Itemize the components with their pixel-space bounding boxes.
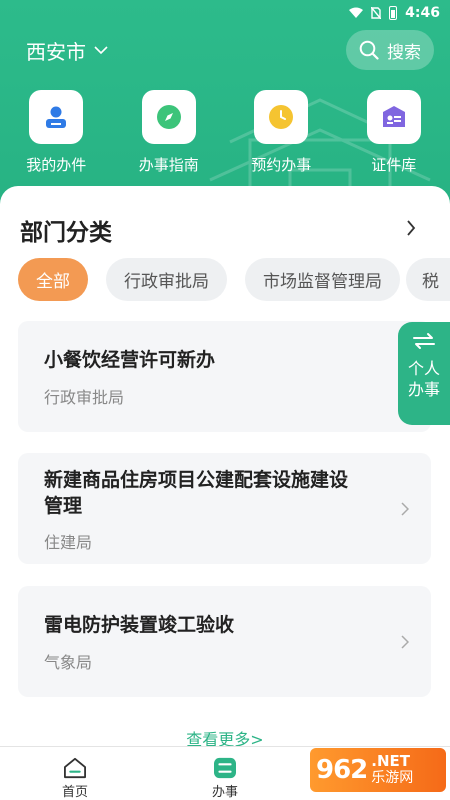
quick-action-certificates[interactable]: 证件库 bbox=[338, 90, 450, 175]
search-icon bbox=[359, 40, 379, 60]
wifi-icon bbox=[349, 7, 364, 18]
chip-market-supervision[interactable]: 市场监督管理局 bbox=[245, 258, 400, 301]
card-department: 住建局 bbox=[44, 533, 93, 552]
chip-partial[interactable]: 税 bbox=[406, 258, 450, 301]
compass-icon bbox=[156, 105, 181, 129]
no-sim-icon bbox=[371, 7, 382, 19]
nav-label: 办事 bbox=[211, 785, 238, 800]
id-folder-icon bbox=[382, 106, 405, 127]
swap-icon bbox=[413, 333, 435, 349]
chip-all[interactable]: 全部 bbox=[18, 258, 88, 301]
quick-icon-box bbox=[254, 90, 309, 144]
watermark-text: .NET 乐游网 bbox=[371, 753, 413, 787]
clock-icon bbox=[269, 105, 294, 129]
search-button[interactable]: 搜索 bbox=[346, 30, 434, 70]
battery-icon bbox=[389, 6, 398, 20]
chevron-right-icon bbox=[401, 635, 409, 649]
nav-label: 首页 bbox=[61, 785, 88, 800]
card-department: 气象局 bbox=[44, 653, 93, 672]
city-selector[interactable]: 西安市 bbox=[26, 36, 108, 65]
home-icon bbox=[63, 757, 86, 779]
site-watermark: 962 .NET 乐游网 bbox=[310, 748, 446, 792]
chip-partial-label: 税 bbox=[422, 272, 439, 292]
status-bar: 4:46 bbox=[0, 0, 450, 26]
quick-action-guide[interactable]: 办事指南 bbox=[113, 90, 226, 175]
chip-administrative-approval[interactable]: 行政审批局 bbox=[106, 258, 227, 301]
status-time: 4:46 bbox=[405, 5, 440, 21]
search-label: 搜索 bbox=[387, 42, 421, 63]
quick-action-label: 我的办件 bbox=[26, 156, 87, 174]
services-icon bbox=[214, 757, 236, 779]
quick-action-label: 办事指南 bbox=[138, 156, 199, 174]
quick-action-appointment[interactable]: 预约办事 bbox=[225, 90, 338, 175]
quick-icon-box bbox=[366, 90, 421, 144]
card-title: 雷电防护装置竣工验收 bbox=[44, 614, 235, 636]
nav-home[interactable]: 首页 bbox=[0, 747, 150, 800]
quick-action-my-cases[interactable]: 我的办件 bbox=[0, 90, 113, 175]
service-card[interactable]: 新建商品住房项目公建配套设施建设 管理 住建局 bbox=[18, 453, 431, 564]
nav-services[interactable]: 办事 bbox=[150, 747, 300, 800]
watermark-logo: 962 bbox=[316, 755, 368, 785]
category-chips: 全部 行政审批局 市场监督管理局 bbox=[18, 258, 400, 301]
quick-icon-box bbox=[141, 90, 196, 144]
quick-icon-box bbox=[29, 90, 84, 144]
card-title: 小餐饮经营许可新办 bbox=[44, 349, 216, 371]
header: 4:46 西安市 搜索 我的办件 办事指南 预约办事 证件库 bbox=[0, 0, 450, 215]
person-card-icon bbox=[46, 106, 67, 128]
personal-services-label: 个人办事 bbox=[407, 359, 440, 399]
quick-actions: 我的办件 办事指南 预约办事 证件库 bbox=[0, 90, 450, 175]
quick-action-label: 证件库 bbox=[371, 156, 417, 174]
city-name: 西安市 bbox=[26, 40, 86, 64]
quick-action-label: 预约办事 bbox=[251, 156, 312, 174]
service-card[interactable]: 小餐饮经营许可新办 行政审批局 bbox=[18, 321, 431, 432]
watermark-sub: 乐游网 bbox=[371, 770, 414, 786]
card-department: 行政审批局 bbox=[44, 388, 125, 407]
chevron-right-icon[interactable] bbox=[406, 220, 416, 236]
section-title: 部门分类 bbox=[20, 220, 112, 246]
card-title: 新建商品住房项目公建配套设施建设 bbox=[44, 469, 349, 491]
watermark-net: .NET bbox=[371, 752, 411, 770]
card-title-line2: 管理 bbox=[44, 495, 83, 517]
chevron-down-icon bbox=[94, 46, 108, 55]
service-card[interactable]: 雷电防护装置竣工验收 气象局 bbox=[18, 586, 431, 697]
personal-services-tab[interactable]: 个人办事 bbox=[398, 322, 450, 425]
chevron-right-icon bbox=[401, 502, 409, 516]
